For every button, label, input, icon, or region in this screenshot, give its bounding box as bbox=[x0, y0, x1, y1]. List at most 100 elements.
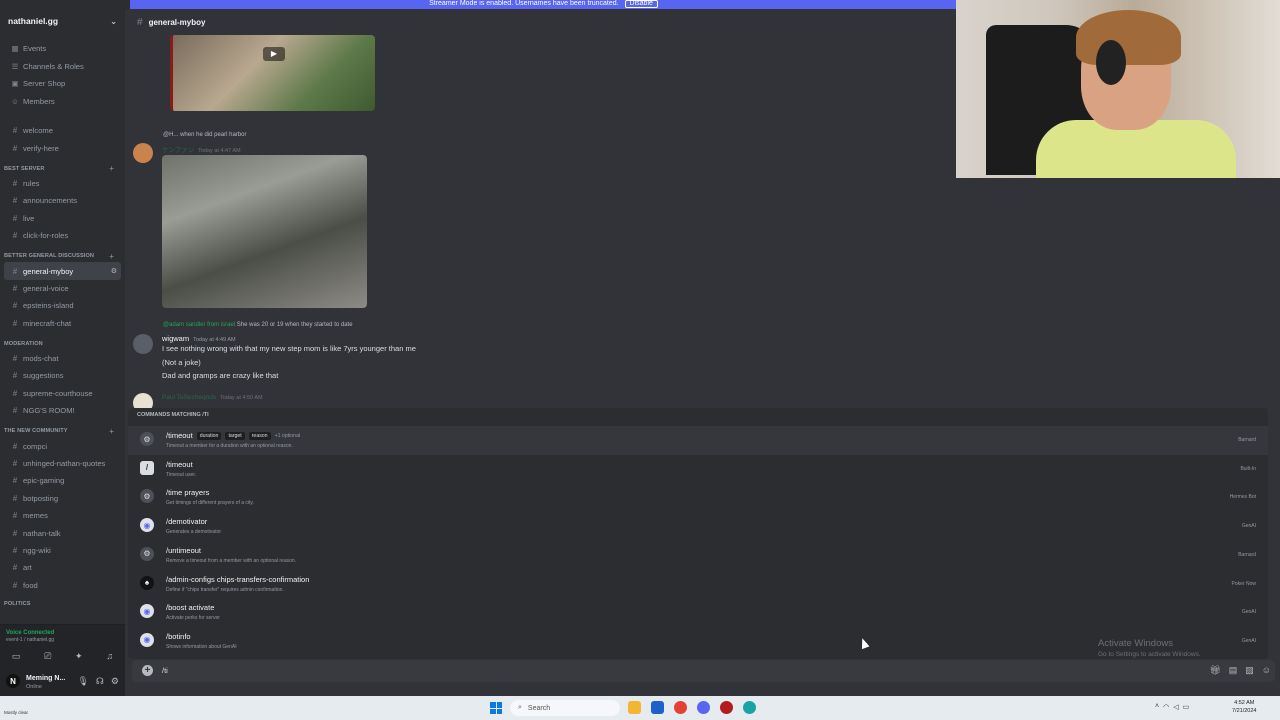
taskbar-search[interactable]: ⌕ Search bbox=[510, 700, 620, 716]
message-text: I see nothing wrong with that my new ste… bbox=[162, 344, 416, 353]
emoji-icon[interactable]: ☺ bbox=[1262, 665, 1271, 676]
avatar[interactable] bbox=[133, 143, 153, 163]
channel-botposting[interactable]: # botposting bbox=[0, 490, 125, 507]
gift-icon[interactable]: 🎁︎ bbox=[1209, 665, 1220, 676]
category-moderation[interactable]: MODERATION bbox=[0, 338, 125, 350]
channel-food[interactable]: # food bbox=[0, 577, 125, 594]
screen-share-icon[interactable]: ⎚ bbox=[44, 651, 51, 662]
gif-icon[interactable]: ▤ bbox=[1229, 665, 1238, 676]
discord-icon[interactable] bbox=[697, 701, 710, 714]
hash-icon: # bbox=[12, 580, 18, 590]
message-input-text[interactable]: /ti bbox=[162, 666, 168, 675]
channel-minecraft-chat[interactable]: # minecraft-chat bbox=[0, 315, 125, 332]
channel-rules[interactable]: # rules bbox=[0, 175, 125, 192]
channel-header: # general-myboy bbox=[125, 9, 957, 35]
command-option[interactable]: ◉ /demotivator Generates a demotivator GenA… bbox=[128, 512, 1268, 541]
clock[interactable]: 4:52 AM 7/21/2024 bbox=[1232, 699, 1256, 715]
camera-icon[interactable]: ▭ bbox=[12, 651, 21, 662]
soundboard-icon[interactable]: ♫ bbox=[106, 651, 113, 662]
channel-unhinged-nathan-quotes[interactable]: # unhinged-nathan-quotes bbox=[0, 455, 125, 472]
volume-icon[interactable]: ◁ bbox=[1173, 703, 1178, 711]
microphone-icon[interactable]: 🎙︎ bbox=[77, 676, 88, 687]
channel-compci[interactable]: # compci bbox=[0, 437, 125, 454]
hash-icon: # bbox=[12, 283, 18, 293]
nav-members[interactable]: ☺ Members bbox=[0, 93, 125, 111]
edge-icon[interactable] bbox=[743, 701, 756, 714]
channel-supreme-courthouse[interactable]: # supreme-courthouse bbox=[0, 385, 125, 402]
nav-server-shop[interactable]: ▣ Server Shop bbox=[0, 75, 125, 93]
chevron-up-icon[interactable]: ˄ bbox=[1155, 703, 1159, 711]
category-better-general[interactable]: BETTER GENERAL DISCUSSION + bbox=[0, 250, 125, 262]
message-author[interactable]: wigwam Today at 4:49 AM bbox=[162, 334, 236, 343]
channel-epic-gaming[interactable]: # epic-gaming bbox=[0, 472, 125, 489]
chrome-icon[interactable] bbox=[674, 701, 687, 714]
command-option[interactable]: ◉ /botinfo Shows information about GenAI Ge… bbox=[128, 627, 1268, 656]
username[interactable]: Meming N... bbox=[26, 675, 65, 682]
channel-click-for-roles[interactable]: # click-for-roles bbox=[0, 227, 125, 244]
channel-general-voice[interactable]: # general-voice bbox=[0, 280, 125, 297]
command-option[interactable]: ♠ /admin-configs chips-transfers-confirma… bbox=[128, 570, 1268, 599]
headphones-icon[interactable]: ☊ bbox=[96, 676, 104, 687]
command-option[interactable]: ⚙ /timeout duration target reason +1 optional… bbox=[128, 426, 1268, 455]
add-channel-icon[interactable]: + bbox=[109, 164, 114, 173]
play-icon[interactable]: ▶ bbox=[263, 47, 285, 61]
channel-settings-icon[interactable]: ⚙ bbox=[111, 267, 117, 275]
category-best-server[interactable]: BEST SERVER + bbox=[0, 163, 125, 175]
gear-icon[interactable]: ⚙ bbox=[111, 676, 119, 687]
sticker-icon[interactable]: ▨ bbox=[1245, 665, 1254, 676]
add-attachment-button[interactable]: + bbox=[142, 665, 153, 676]
avatar[interactable]: N bbox=[6, 674, 20, 688]
command-source: Built-In bbox=[1240, 465, 1256, 472]
channel-mods-chat[interactable]: # mods-chat bbox=[0, 350, 125, 367]
avatar[interactable] bbox=[133, 334, 153, 354]
message-author[interactable]: Paul TeSecheqnds Today at 4:50 AM bbox=[162, 394, 263, 401]
activate-windows-title: Activate Windows bbox=[1098, 638, 1173, 649]
category-politics[interactable]: POLITICS bbox=[0, 598, 125, 610]
image-attachment[interactable] bbox=[162, 155, 367, 308]
channel-live[interactable]: # live bbox=[0, 210, 125, 227]
channel-epsteins-island[interactable]: # epsteins-island bbox=[0, 297, 125, 314]
activity-icon[interactable]: ✦ bbox=[75, 651, 83, 662]
channel-suggestions[interactable]: # suggestions bbox=[0, 367, 125, 384]
category-new-community[interactable]: THE NEW COMMUNITY + bbox=[0, 425, 125, 437]
bot-icon: ⚙ bbox=[140, 489, 154, 504]
command-option[interactable]: ◉ /boost activate Activate perks for serve… bbox=[128, 598, 1268, 627]
wifi-icon[interactable]: ◠ bbox=[1163, 703, 1169, 711]
channel-verify-here[interactable]: # verify-here bbox=[0, 139, 125, 156]
disable-streamer-button[interactable]: Disable bbox=[624, 0, 658, 8]
nav-channels-roles[interactable]: ☰ Channels & Roles bbox=[0, 58, 125, 76]
autocomplete-header: COMMANDS MATCHING /TI bbox=[137, 412, 209, 418]
channel-announcements[interactable]: # announcements bbox=[0, 192, 125, 209]
command-description: Remove a timeout from a member with an o… bbox=[166, 557, 297, 564]
system-tray[interactable]: ˄ ◠ ◁ ▭ bbox=[1155, 703, 1189, 711]
taskbar: Mostly clear ⌕ Search ˄ ◠ ◁ ▭ 4:52 AM 7/… bbox=[0, 696, 1280, 720]
nav-events[interactable]: ▦ Events bbox=[0, 40, 125, 58]
command-option[interactable]: / /timeout Timeout user. Built-In bbox=[128, 455, 1268, 484]
store-icon[interactable] bbox=[651, 701, 664, 714]
command-source: GenAI bbox=[1241, 609, 1256, 616]
channel-nggs-room[interactable]: # NGG'S ROOM! bbox=[0, 402, 125, 419]
reply-reference[interactable]: @H... when he did pearl harbor bbox=[163, 132, 246, 138]
command-option[interactable]: ⚙ /time prayers Get timings of different p… bbox=[128, 483, 1268, 512]
gif-attachment[interactable]: ▶ bbox=[170, 35, 375, 111]
channel-welcome[interactable]: # welcome bbox=[0, 122, 125, 139]
server-header[interactable]: nathaniel.gg ⌄ bbox=[8, 13, 117, 29]
channel-general-myboy[interactable]: # general-myboy ⚙ bbox=[4, 262, 121, 280]
reply-reference[interactable]: @adam sandler from israel She was 20 or … bbox=[163, 322, 353, 328]
file-explorer-icon[interactable] bbox=[628, 701, 641, 714]
command-name-text: /admin-configs chips-transfers-confirmat… bbox=[166, 574, 310, 584]
channel-art[interactable]: # art bbox=[0, 559, 125, 576]
add-channel-icon[interactable]: + bbox=[109, 427, 114, 436]
channel-nathan-talk[interactable]: # nathan-talk bbox=[0, 524, 125, 541]
message-input[interactable]: + /ti 🎁︎ ▤ ▨ ☺ bbox=[132, 660, 1275, 682]
start-button[interactable] bbox=[490, 702, 502, 714]
message-author[interactable]: ケンファン Today at 4:47 AM bbox=[162, 144, 241, 154]
obs-icon[interactable] bbox=[720, 701, 733, 714]
channel-ngg-wiki[interactable]: # ngg-wiki bbox=[0, 542, 125, 559]
battery-icon[interactable]: ▭ bbox=[1183, 703, 1190, 711]
voice-channel-info[interactable]: event-1 / nathaniel.gg bbox=[6, 637, 54, 643]
add-channel-icon[interactable]: + bbox=[109, 252, 114, 261]
weather-widget[interactable]: Mostly clear bbox=[4, 710, 28, 715]
channel-memes[interactable]: # memes bbox=[0, 507, 125, 524]
command-option[interactable]: ⚙ /untimeout Remove a timeout from a membe… bbox=[128, 541, 1268, 570]
